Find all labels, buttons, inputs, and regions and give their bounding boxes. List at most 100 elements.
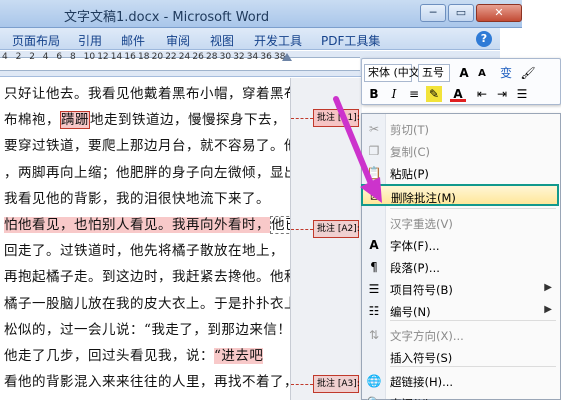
ruler-number: 20 bbox=[151, 52, 164, 62]
menu-item-b[interactable]: ☰ 项目符号(B) ▶ bbox=[362, 278, 560, 300]
numbering-icon: ☷ bbox=[368, 304, 380, 318]
close-button[interactable]: ✕ bbox=[476, 4, 522, 22]
submenu-arrow-icon: ▶ bbox=[544, 304, 552, 315]
text-run: 只好让他去。我看见他戴着黑布小帽，穿着黑布 bbox=[4, 86, 298, 102]
text-run: 要穿过铁道，要爬上那边月台，就不容易了。他 bbox=[4, 138, 298, 155]
ruler-number: 22 bbox=[165, 52, 177, 62]
menu-item-h[interactable]: 🌐 超链接(H)... bbox=[362, 370, 560, 392]
comment-connector bbox=[291, 229, 313, 230]
context-menu: ✂剪切(T)❐复制(C)📋粘贴(P)✉删除批注(M) 汉字重选(V) A 字体(F).… bbox=[361, 113, 561, 400]
ruler-number: 32 bbox=[233, 52, 245, 62]
help-icon[interactable]: ? bbox=[476, 31, 492, 47]
menu-item-label: 汉字重选(V) bbox=[390, 217, 453, 231]
comment-balloon-a2[interactable]: 批注 [A2]: bbox=[313, 220, 360, 238]
title-bar: 文字文稿1.docx - Microsoft Word ─ ▭ ✕ bbox=[0, 0, 561, 28]
menu-item-label: 段落(P)... bbox=[390, 261, 440, 275]
menu-item-label: 插入符号(S) bbox=[390, 351, 453, 365]
menu-item-label: 查阅(K)... bbox=[390, 396, 440, 400]
ruler-number: 24 bbox=[178, 52, 191, 62]
ribbon-tabs: 页面布局 引用 邮件 审阅 视图 开发工具 PDF工具集 ? bbox=[0, 28, 500, 50]
commented-text[interactable]: “进去吧 bbox=[214, 348, 264, 364]
tab-review[interactable]: 审阅 bbox=[166, 32, 190, 49]
bullets-icon: ☰ bbox=[368, 282, 380, 296]
ruler-number: 2 bbox=[15, 52, 22, 62]
tab-developer[interactable]: 开发工具 bbox=[254, 32, 302, 49]
comment-connector bbox=[291, 118, 313, 119]
menu-item-m[interactable]: ✉删除批注(M) bbox=[361, 184, 559, 206]
font-color-button[interactable]: A bbox=[450, 86, 466, 102]
ruler-number: 18 bbox=[138, 52, 150, 62]
maximize-button[interactable]: ▭ bbox=[448, 4, 474, 22]
grow-font-icon[interactable]: A bbox=[456, 65, 472, 81]
font-name-select[interactable]: 宋体 (中文 bbox=[364, 64, 420, 82]
minimize-button[interactable]: ─ bbox=[420, 4, 446, 22]
desktop-background bbox=[522, 0, 561, 28]
ruler-number: 8 bbox=[70, 52, 76, 62]
highlight-color-icon[interactable]: ✎ bbox=[426, 86, 442, 102]
menu-item-n[interactable]: ☷ 编号(N) ▶ bbox=[362, 300, 560, 322]
ruler-number: 14 bbox=[110, 52, 123, 62]
ruler-number: 30 bbox=[219, 52, 232, 62]
text-run: ，两脚再向上缩；他肥胖的身子向左微倾，显出 bbox=[4, 164, 298, 181]
document-line: 布棉袍，蹒跚地走到铁道边，慢慢探身下去， bbox=[4, 108, 286, 130]
paragraph-icon: ¶ bbox=[370, 260, 378, 274]
menu-item-label: 超链接(H)... bbox=[390, 375, 454, 389]
menu-item-x[interactable]: ⇅ 文字方向(X)... bbox=[362, 324, 560, 346]
center-align-button[interactable]: ≡ bbox=[406, 86, 422, 102]
hyperlink-icon: 🌐 bbox=[366, 374, 382, 388]
text-run: 他走了几步，回过头看见我，说： bbox=[4, 348, 214, 364]
menu-item-label: 字体(F)... bbox=[390, 239, 440, 253]
tab-references[interactable]: 引用 bbox=[78, 32, 102, 49]
ruler-number: 4 bbox=[2, 52, 8, 62]
ruler-number: 34 bbox=[246, 52, 259, 62]
document-line: 怕他看见，也怕别人看见。我再向外看时，他已 bbox=[4, 213, 300, 234]
annotation-arrow-icon bbox=[333, 96, 382, 203]
increase-indent-icon[interactable]: ⇥ bbox=[494, 86, 510, 102]
bullets-icon[interactable]: ☰ bbox=[514, 86, 530, 102]
ruler-number: 36 bbox=[260, 52, 272, 62]
commented-text[interactable]: 蹒跚 bbox=[60, 111, 90, 130]
document-page[interactable]: 只好让他去。我看见他戴着黑布小帽，穿着黑布 布棉袍，蹒跚地走到铁道边，慢慢探身下去… bbox=[0, 78, 300, 400]
text-run: 我看见他的背影，我的泪很快地流下来了。 bbox=[4, 190, 270, 207]
menu-item-p[interactable]: 📋 粘贴(P) bbox=[362, 162, 560, 184]
menu-item-k[interactable]: 🔍 查阅(K)... bbox=[362, 392, 560, 400]
font-size-select[interactable]: 五号 bbox=[418, 64, 450, 82]
text-run: 布棉袍， bbox=[4, 112, 60, 129]
menu-item-label: 粘贴(P) bbox=[390, 167, 429, 181]
tab-mailings[interactable]: 邮件 bbox=[121, 32, 145, 49]
text-run: 再抱起橘子走。到这边时，我赶紧去搀他。他和 bbox=[4, 269, 298, 286]
text-run: 看他的背影混入来来往往的人里，再找不着了， bbox=[4, 374, 298, 391]
tab-view[interactable]: 视图 bbox=[210, 32, 234, 49]
menu-item-label: 剪切(T) bbox=[390, 123, 429, 137]
text-run: 地走到铁道边，慢慢探身下去， bbox=[90, 112, 286, 129]
tab-pdf-tools[interactable]: PDF工具集 bbox=[321, 32, 380, 49]
document-line: ，两脚再向上缩；他肥胖的身子向左微倾，显出 bbox=[4, 161, 298, 181]
tab-page-layout[interactable]: 页面布局 bbox=[12, 32, 60, 49]
ruler-number: 4 bbox=[42, 52, 49, 62]
menu-item-f[interactable]: A 字体(F)... bbox=[362, 234, 560, 256]
decrease-indent-icon[interactable]: ⇤ bbox=[474, 86, 490, 102]
format-painter-icon[interactable]: 🖌 bbox=[520, 65, 536, 81]
ruler-number: 12 bbox=[97, 52, 109, 62]
menu-item-s[interactable]: 插入符号(S) bbox=[362, 346, 560, 368]
phonetic-guide-icon[interactable]: 变 bbox=[498, 65, 514, 81]
ruler-number: 2 bbox=[29, 52, 35, 62]
menu-item-p[interactable]: ¶ 段落(P)... bbox=[362, 256, 560, 278]
menu-item-label: 复制(C) bbox=[390, 145, 431, 159]
ruler-number: 26 bbox=[192, 52, 204, 62]
submenu-arrow-icon: ▶ bbox=[544, 282, 552, 293]
menu-item-c[interactable]: ❐ 复制(C) bbox=[362, 140, 560, 162]
shrink-font-icon[interactable]: A bbox=[474, 66, 490, 82]
menu-item-t[interactable]: ✂ 剪切(T) bbox=[362, 118, 560, 140]
menu-separator bbox=[390, 208, 556, 209]
document-line: 我看见他的背影，我的泪很快地流下来了。 bbox=[4, 187, 270, 207]
commented-text[interactable]: 怕他看见，也怕别人看见。我再向外看时， bbox=[4, 217, 270, 233]
menu-item-v[interactable]: 汉字重选(V) bbox=[362, 212, 560, 234]
ruler-number: 16 bbox=[124, 52, 136, 62]
comment-balloon-a3[interactable]: 批注 [A3]: bbox=[313, 375, 360, 393]
mini-formatting-toolbar: 宋体 (中文 五号 A A 变 🖌 B I ≡ ✎ A ⇤ ⇥ ☰ bbox=[361, 58, 561, 105]
text-run: 松似的，过一会儿说：“我走了，到那边来信！” bbox=[4, 321, 299, 338]
right-indent-marker[interactable] bbox=[282, 53, 292, 61]
ruler-number: 28 bbox=[206, 52, 218, 62]
document-line: 橘子一股脑儿放在我的皮大衣上。于是扑扑衣上 bbox=[4, 292, 298, 312]
